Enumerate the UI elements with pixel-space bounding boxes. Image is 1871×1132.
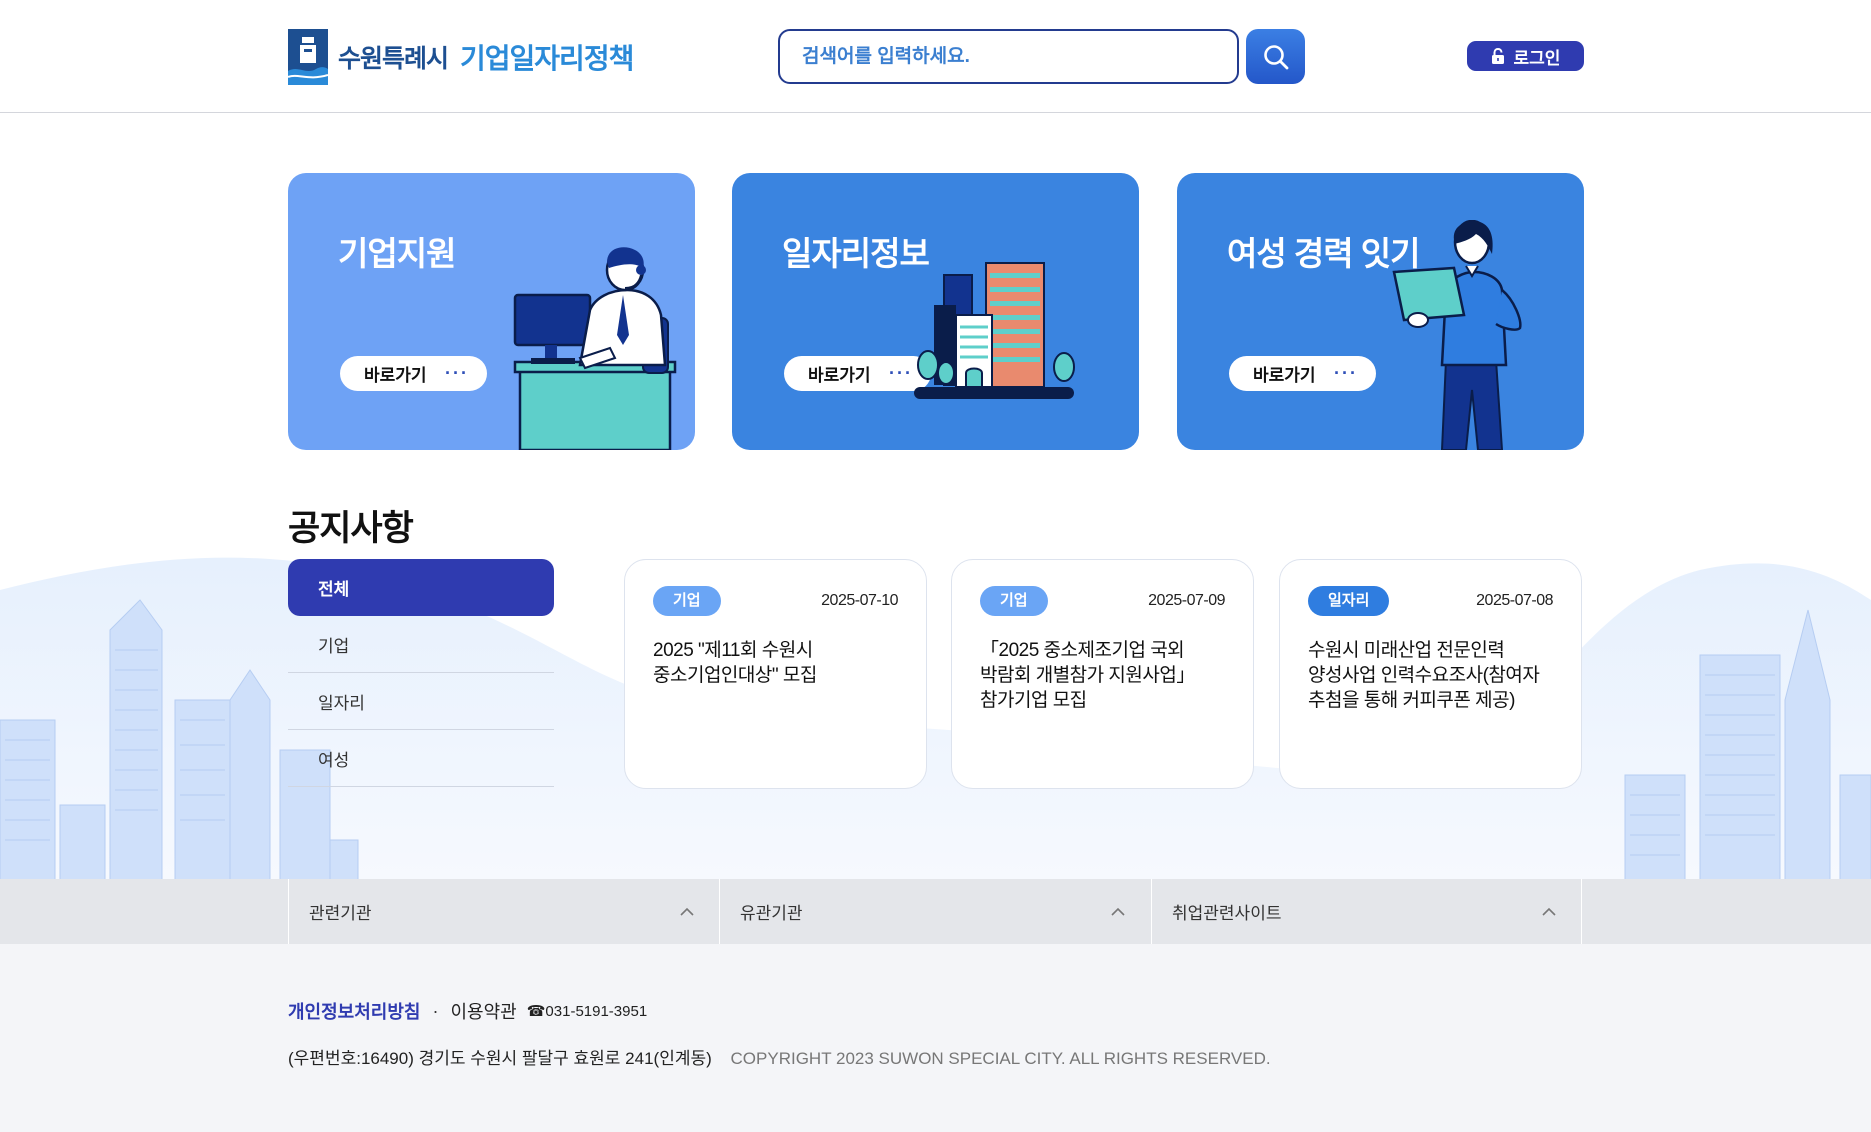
category-badge: 기업 (980, 586, 1048, 616)
filter-tab-women[interactable]: 여성 (288, 730, 554, 787)
go-button-label: 바로가기 (808, 366, 871, 385)
notice-filter-list: 전체 기업 일자리 여성 (288, 559, 554, 787)
notice-text: 「2025 중소제조기업 국외 박람회 개별참가 지원사업」 참가기업 모집 (980, 638, 1225, 713)
more-dots-icon: ··· (445, 363, 469, 383)
site-logo[interactable]: 수원특례시 기업일자리정책 (288, 29, 634, 85)
card-women-career[interactable]: 여성 경력 잇기 바로가기 ··· (1177, 173, 1584, 450)
logo-title-text: 기업일자리정책 (460, 43, 634, 74)
notice-card[interactable]: 기업 2025-07-10 2025 "제11회 수원시 중소기업인대상" 모집 (624, 559, 927, 789)
go-button[interactable]: 바로가기 ··· (1229, 356, 1376, 391)
notice-text-line: 수원시 미래산업 전문인력 (1308, 640, 1505, 661)
consultant-illustration-icon (513, 247, 677, 450)
go-button-label: 바로가기 (1253, 366, 1316, 385)
footer-address: (우편번호:16490) 경기도 수원시 팔달구 효원로 241(인계동) (288, 1049, 712, 1068)
dropdown-label: 취업관련사이트 (1172, 904, 1282, 923)
notice-text-line: 중소기업인대상" 모집 (653, 665, 817, 686)
category-badge: 일자리 (1308, 586, 1390, 616)
more-dots-icon: ··· (889, 363, 913, 383)
related-agencies-dropdown[interactable]: 관련기관 (288, 879, 719, 944)
woman-laptop-illustration-icon (1392, 220, 1522, 450)
chevron-up-icon (1111, 907, 1125, 916)
notice-date: 2025-07-09 (1148, 592, 1225, 609)
category-badge: 기업 (653, 586, 721, 616)
footer-address-row: (우편번호:16490) 경기도 수원시 팔달구 효원로 241(인계동) CO… (288, 1044, 1271, 1069)
notice-card[interactable]: 일자리 2025-07-08 수원시 미래산업 전문인력 양성사업 인력수요조사… (1279, 559, 1582, 789)
filter-tab-business[interactable]: 기업 (288, 616, 554, 673)
buildings-illustration-icon (914, 262, 1075, 399)
filter-tab-all[interactable]: 전체 (288, 559, 554, 616)
card-business-support[interactable]: 기업지원 바로가기 ··· (288, 173, 695, 450)
chevron-up-icon (680, 907, 694, 916)
logo-city-text: 수원특례시 (338, 45, 449, 73)
city-skyline-background (0, 557, 1871, 880)
privacy-policy-link[interactable]: 개인정보처리방침 (288, 998, 420, 1024)
copyright-text: COPYRIGHT 2023 SUWON SPECIAL CITY. ALL R… (730, 1049, 1271, 1068)
notice-section-title: 공지사항 (288, 509, 414, 548)
site-header: 수원특례시 기업일자리정책 로그인 (0, 0, 1871, 113)
footer-policy-row: 개인정보처리방침 · 이용약관 ☎031-5191-3951 (288, 998, 647, 1024)
notice-text-line: 참가기업 모집 (980, 690, 1087, 711)
card-job-info[interactable]: 일자리정보 바로가기 ··· (732, 173, 1139, 450)
site-footer: 개인정보처리방침 · 이용약관 ☎031-5191-3951 (우편번호:164… (0, 944, 1871, 1132)
notice-date: 2025-07-08 (1476, 592, 1553, 609)
lighthouse-logo-icon (288, 29, 328, 85)
dropdown-label: 관련기관 (309, 904, 372, 923)
card-title: 일자리정보 (782, 235, 930, 272)
footer-separator: · (432, 1000, 439, 1021)
notice-text: 2025 "제11회 수원시 중소기업인대상" 모집 (653, 638, 898, 688)
search-icon (1263, 44, 1288, 69)
chevron-up-icon (1542, 907, 1556, 916)
affiliated-agencies-dropdown[interactable]: 유관기관 (719, 879, 1150, 944)
login-button[interactable]: 로그인 (1467, 41, 1584, 71)
phone-number: ☎031-5191-3951 (526, 1003, 648, 1020)
go-button[interactable]: 바로가기 ··· (340, 356, 487, 391)
go-button[interactable]: 바로가기 ··· (784, 356, 931, 391)
notice-text-line: 양성사업 인력수요조사(참여자 (1308, 665, 1540, 686)
dropdown-label: 유관기관 (740, 904, 803, 923)
filter-tab-jobs[interactable]: 일자리 (288, 673, 554, 730)
lock-icon (1491, 47, 1504, 64)
go-button-label: 바로가기 (364, 366, 427, 385)
notice-text-line: 「2025 중소제조기업 국외 (980, 640, 1185, 661)
search-button[interactable] (1246, 29, 1305, 84)
terms-of-use-link[interactable]: 이용약관 (450, 998, 516, 1024)
notice-text-line: 2025 "제11회 수원시 (653, 640, 813, 661)
card-title: 기업지원 (338, 235, 456, 272)
notice-text: 수원시 미래산업 전문인력 양성사업 인력수요조사(참여자 추첨을 통해 커피쿠… (1308, 638, 1553, 713)
notice-date: 2025-07-10 (821, 592, 898, 609)
search-box (778, 29, 1239, 84)
notice-text-line: 박람회 개별참가 지원사업」 (980, 665, 1195, 686)
page: 수원특례시 기업일자리정책 로그인 기업지원 바로가기 ··· (0, 0, 1871, 1132)
search-input[interactable] (802, 45, 1237, 68)
notice-text-line: 추첨을 통해 커피쿠폰 제공) (1308, 690, 1515, 711)
more-dots-icon: ··· (1334, 363, 1358, 383)
notice-card[interactable]: 기업 2025-07-09 「2025 중소제조기업 국외 박람회 개별참가 지… (951, 559, 1254, 789)
employment-sites-dropdown[interactable]: 취업관련사이트 (1151, 879, 1582, 944)
footer-related-links-bar: 관련기관 유관기관 취업관련사이트 (0, 879, 1871, 944)
login-label: 로그인 (1513, 48, 1561, 68)
